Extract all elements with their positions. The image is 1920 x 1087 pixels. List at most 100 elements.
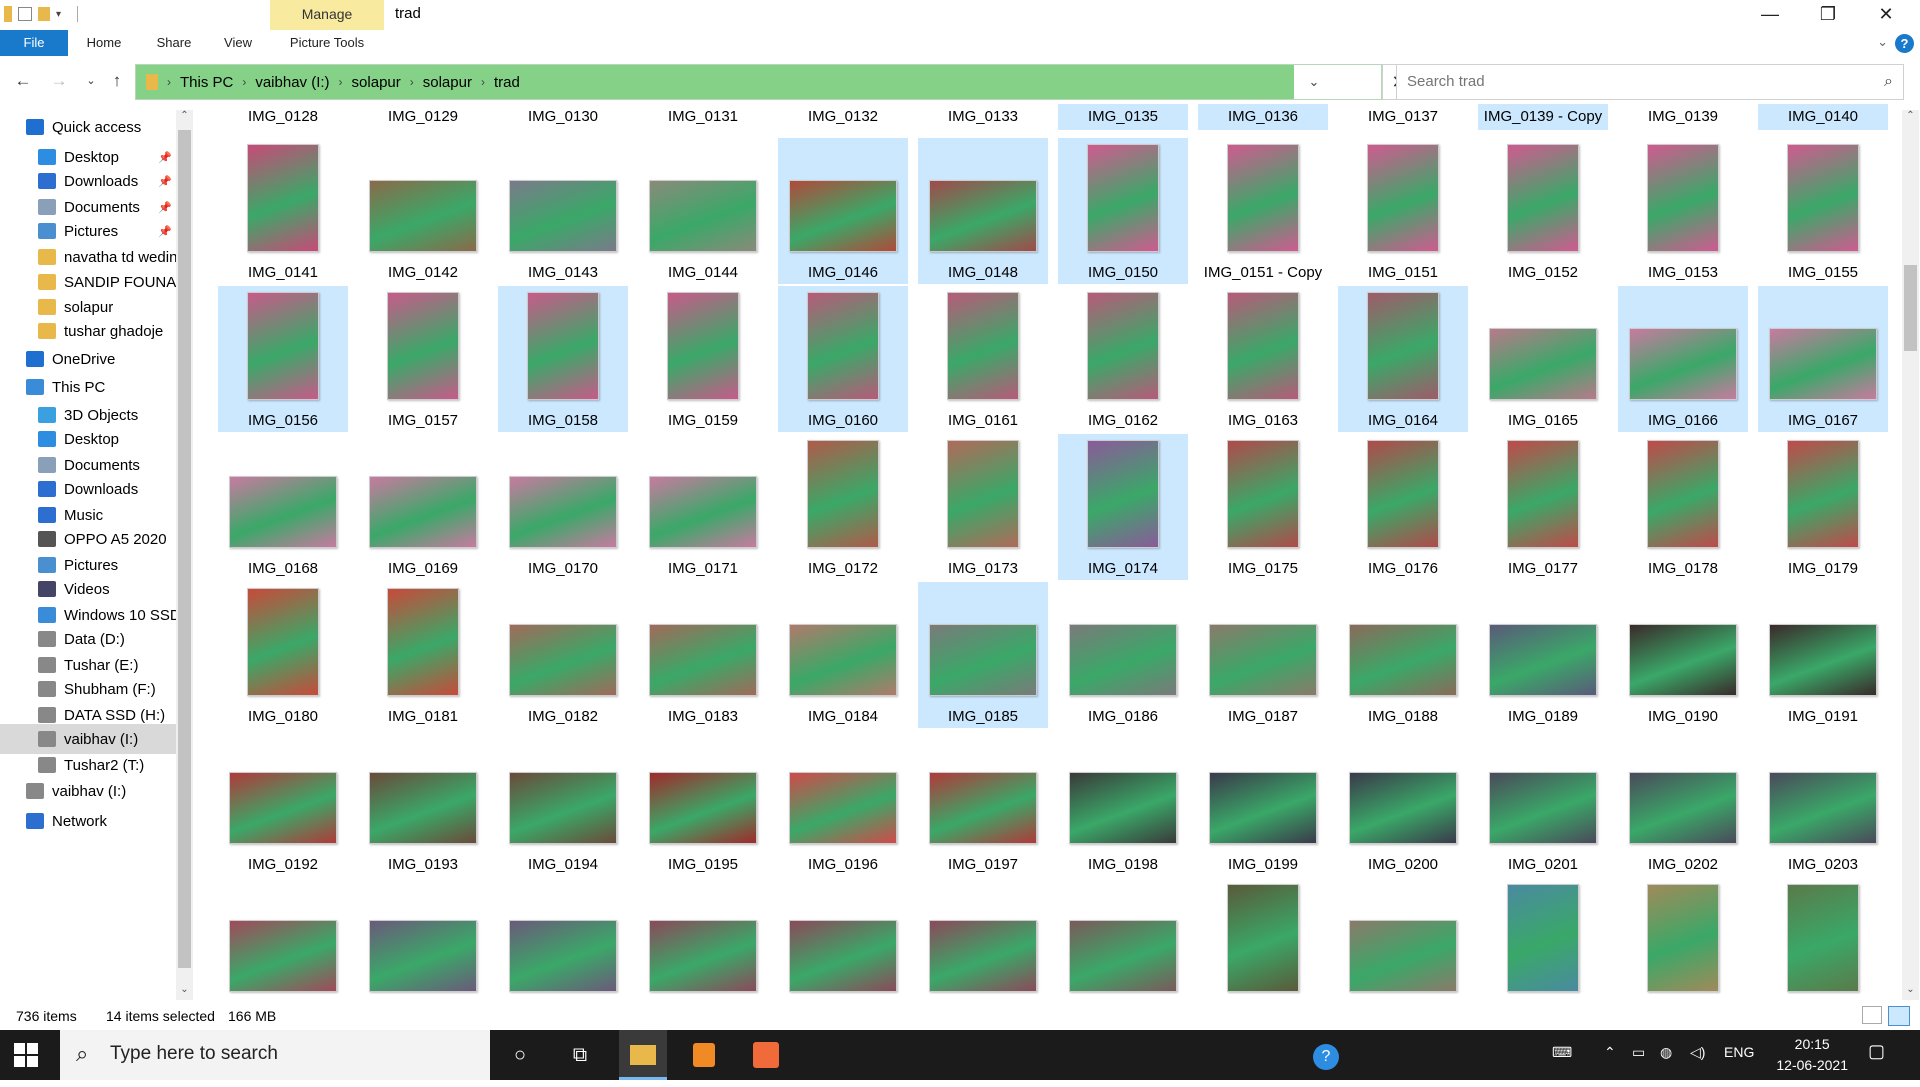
file-tile[interactable]: IMG_0151 - Copy [1198, 138, 1328, 284]
file-tile[interactable]: IMG_0179 [1758, 434, 1888, 580]
file-tile[interactable]: IMG_0161 [918, 286, 1048, 432]
nav-item[interactable]: vaibhav (I:) [0, 776, 176, 806]
tab-view[interactable]: View [206, 30, 270, 56]
file-tile[interactable]: IMG_0142 [358, 138, 488, 284]
file-tile[interactable]: IMG_0155 [1758, 138, 1888, 284]
file-tile[interactable]: IMG_0162 [1058, 286, 1188, 432]
file-tile[interactable] [218, 878, 348, 994]
file-tile[interactable]: IMG_0128 [218, 104, 348, 130]
scroll-down-arrow[interactable]: ⌄ [176, 984, 193, 995]
file-tile[interactable]: IMG_0200 [1338, 730, 1468, 876]
file-tile[interactable]: IMG_0187 [1198, 582, 1328, 728]
file-tile[interactable]: IMG_0152 [1478, 138, 1608, 284]
address-bar[interactable]: › This PC › vaibhav (I:) › solapur › sol… [135, 64, 1382, 100]
file-explorer-icon[interactable] [619, 1030, 667, 1080]
file-tile[interactable]: IMG_0136 [1198, 104, 1328, 130]
file-tile[interactable]: IMG_0177 [1478, 434, 1608, 580]
file-tile[interactable] [1758, 878, 1888, 994]
crumb-solapur[interactable]: solapur [346, 74, 407, 91]
maximize-button[interactable]: ❐ [1800, 0, 1856, 30]
nav-item[interactable]: Quick access [0, 112, 176, 142]
file-tile[interactable]: IMG_0190 [1618, 582, 1748, 728]
crumb-drive[interactable]: vaibhav (I:) [249, 74, 335, 91]
file-tile[interactable]: IMG_0201 [1478, 730, 1608, 876]
file-tile[interactable] [1478, 878, 1608, 994]
file-tile[interactable]: IMG_0156 [218, 286, 348, 432]
file-tile[interactable]: IMG_0165 [1478, 286, 1608, 432]
network-icon[interactable]: ◍ [1660, 1044, 1672, 1061]
file-tile[interactable]: IMG_0183 [638, 582, 768, 728]
nav-scrollbar[interactable]: ⌃ ⌄ [176, 110, 193, 1000]
file-tile[interactable]: IMG_0151 [1338, 138, 1468, 284]
file-tile[interactable]: IMG_0146 [778, 138, 908, 284]
file-tile[interactable]: IMG_0130 [498, 104, 628, 130]
file-tile[interactable]: IMG_0192 [218, 730, 348, 876]
close-button[interactable]: ✕ [1858, 0, 1914, 30]
crumb-this-pc[interactable]: This PC [174, 74, 239, 91]
file-tile[interactable]: IMG_0157 [358, 286, 488, 432]
help-icon[interactable]: ? [1895, 34, 1914, 53]
forward-button[interactable]: → [48, 70, 70, 92]
file-tile[interactable]: IMG_0178 [1618, 434, 1748, 580]
feedback-hub-icon[interactable]: ? [1302, 1030, 1350, 1080]
nav-item[interactable]: This PC [0, 372, 176, 402]
customize-toolbar-icon[interactable]: ▾ [56, 9, 61, 20]
file-tile[interactable]: IMG_0135 [1058, 104, 1188, 130]
up-button[interactable]: ↑ [106, 70, 128, 92]
file-tile[interactable]: IMG_0148 [918, 138, 1048, 284]
file-tile[interactable]: IMG_0184 [778, 582, 908, 728]
file-tile[interactable]: IMG_0174 [1058, 434, 1188, 580]
file-tile[interactable]: IMG_0137 [1338, 104, 1468, 130]
file-tile[interactable] [1198, 878, 1328, 994]
file-tile[interactable]: IMG_0166 [1618, 286, 1748, 432]
file-tile[interactable]: IMG_0167 [1758, 286, 1888, 432]
file-tile[interactable]: IMG_0198 [1058, 730, 1188, 876]
file-tile[interactable]: IMG_0193 [358, 730, 488, 876]
file-tile[interactable]: IMG_0175 [1198, 434, 1328, 580]
scroll-down-arrow[interactable]: ⌄ [1902, 984, 1919, 995]
volume-icon[interactable]: ◁) [1690, 1044, 1705, 1061]
details-view-icon[interactable] [1862, 1006, 1882, 1024]
file-tile[interactable]: IMG_0131 [638, 104, 768, 130]
search-input[interactable] [1405, 72, 1845, 91]
xampp-icon[interactable] [742, 1030, 790, 1080]
tab-home[interactable]: Home [72, 30, 136, 56]
expand-ribbon-icon[interactable]: ⌄ [1877, 34, 1888, 50]
file-tile[interactable]: IMG_0194 [498, 730, 628, 876]
search-icon[interactable]: ⌕ [1884, 73, 1893, 91]
file-tile[interactable] [1058, 878, 1188, 994]
file-tile[interactable]: IMG_0195 [638, 730, 768, 876]
crumb-solapur-2[interactable]: solapur [417, 74, 478, 91]
search-box[interactable]: ⌕ [1396, 64, 1904, 100]
manage-tab[interactable]: Manage [270, 0, 384, 30]
file-tile[interactable]: IMG_0189 [1478, 582, 1608, 728]
file-tile[interactable] [1338, 878, 1468, 994]
back-button[interactable]: ← [12, 70, 34, 92]
file-tile[interactable]: IMG_0170 [498, 434, 628, 580]
file-tile[interactable]: IMG_0129 [358, 104, 488, 130]
file-tile[interactable]: IMG_0196 [778, 730, 908, 876]
windows-start-icon[interactable] [14, 1043, 38, 1067]
file-tile[interactable]: IMG_0169 [358, 434, 488, 580]
sublime-text-icon[interactable] [680, 1030, 728, 1080]
file-tile[interactable]: IMG_0133 [918, 104, 1048, 130]
file-tile[interactable] [918, 878, 1048, 994]
file-tile[interactable]: IMG_0173 [918, 434, 1048, 580]
large-icons-view-icon[interactable] [1888, 1006, 1910, 1026]
language-indicator[interactable]: ENG [1724, 1044, 1754, 1060]
nav-item[interactable]: OneDrive [0, 344, 176, 374]
notifications-icon[interactable]: ▢ [1868, 1041, 1885, 1062]
file-tile[interactable]: IMG_0186 [1058, 582, 1188, 728]
file-tile[interactable]: IMG_0153 [1618, 138, 1748, 284]
file-tile[interactable] [638, 878, 768, 994]
file-tile[interactable]: IMG_0150 [1058, 138, 1188, 284]
tab-picture-tools[interactable]: Picture Tools [270, 30, 384, 56]
cortana-icon[interactable]: ○ [496, 1030, 544, 1080]
scroll-up-arrow[interactable]: ⌃ [1902, 110, 1919, 121]
chevron-down-icon[interactable]: ⌄ [1294, 65, 1334, 99]
file-tile[interactable]: IMG_0158 [498, 286, 628, 432]
file-tile[interactable] [358, 878, 488, 994]
content-scrollbar[interactable]: ⌃ ⌄ [1902, 110, 1919, 1000]
file-tile[interactable]: IMG_0202 [1618, 730, 1748, 876]
content-scroll-thumb[interactable] [1904, 265, 1917, 351]
